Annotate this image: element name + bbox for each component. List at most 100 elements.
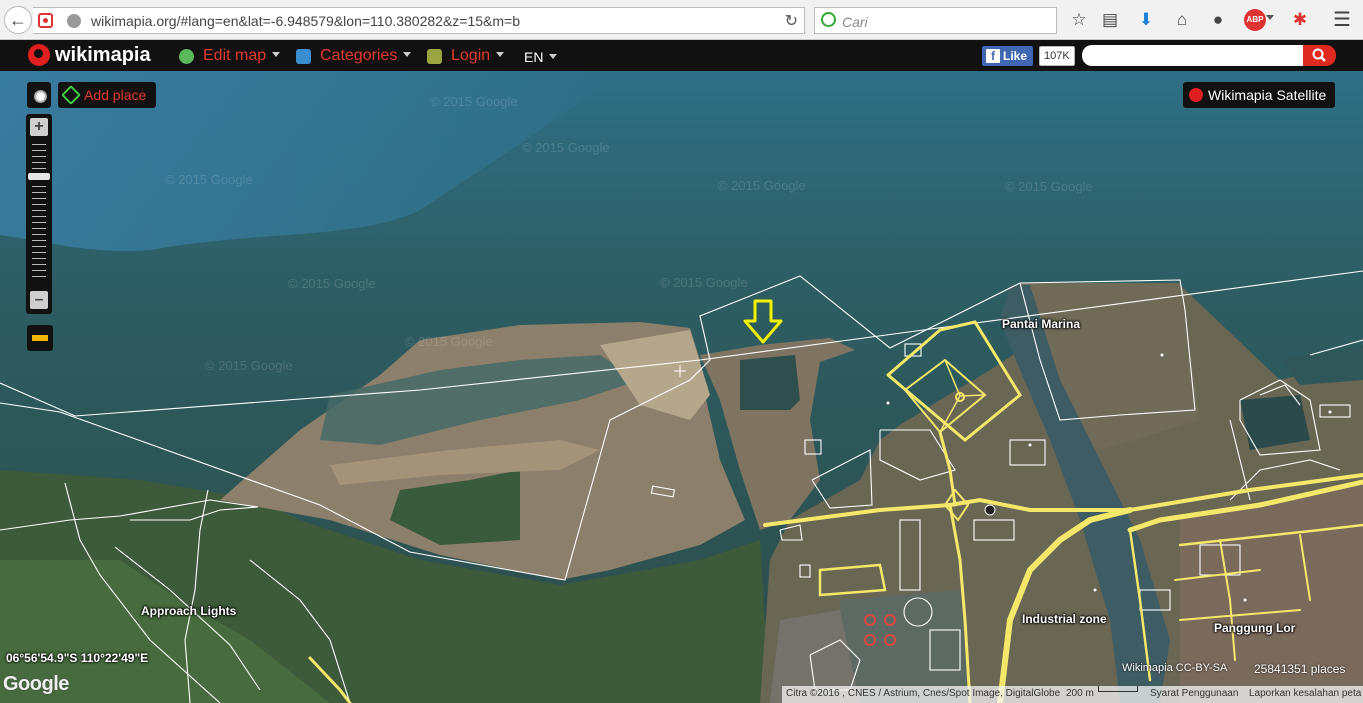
categories-menu[interactable]: Categories bbox=[320, 47, 412, 65]
places-count: 25841351 places bbox=[1254, 662, 1346, 676]
svg-text:© 2015 Google: © 2015 Google bbox=[522, 140, 610, 155]
search-icon bbox=[1312, 48, 1326, 62]
zoom-control: + – bbox=[26, 114, 52, 314]
map-search-button[interactable] bbox=[1303, 45, 1336, 66]
map-label-panggung-lor[interactable]: Panggung Lor bbox=[1214, 621, 1295, 635]
chat-icon[interactable]: ● bbox=[1207, 9, 1229, 31]
map-label-approach-lights[interactable]: Approach Lights bbox=[141, 604, 236, 618]
adblock-icon[interactable]: ABP bbox=[1244, 9, 1266, 31]
ruler-icon[interactable] bbox=[27, 325, 53, 351]
language-label: EN bbox=[524, 49, 544, 65]
bookmark-star-icon[interactable]: ☆ bbox=[1068, 9, 1090, 31]
address-bar[interactable]: wikimapia.org/#lang=en&lat=-6.948579&lon… bbox=[33, 7, 805, 34]
home-icon[interactable]: ⌂ bbox=[1171, 9, 1193, 31]
reading-list-icon[interactable]: ▤ bbox=[1099, 9, 1121, 31]
svg-text:© 2015 Google: © 2015 Google bbox=[405, 334, 493, 349]
map-layer-button[interactable]: Wikimapia Satellite bbox=[1183, 82, 1335, 108]
search-engine-icon[interactable] bbox=[821, 12, 836, 27]
addon-icon[interactable]: ✱ bbox=[1289, 9, 1311, 31]
zoom-tick[interactable] bbox=[32, 240, 46, 241]
add-place-button[interactable]: Add place bbox=[58, 82, 156, 108]
imagery-attribution: Citra ©2016 , CNES / Astrium, Cnes/Spot … bbox=[786, 688, 1061, 699]
wikimapia-logo-icon bbox=[1189, 88, 1203, 102]
map-label-industrial-zone[interactable]: Industrial zone bbox=[1022, 612, 1107, 626]
zoom-tick[interactable] bbox=[32, 234, 46, 235]
site-favicon-icon bbox=[38, 13, 53, 28]
login-icon bbox=[427, 49, 442, 64]
zoom-tick[interactable] bbox=[32, 168, 46, 169]
scale-label: 200 m bbox=[1066, 688, 1094, 699]
globe-icon bbox=[67, 14, 81, 28]
my-location-button[interactable] bbox=[27, 82, 51, 108]
map-search-input[interactable] bbox=[1082, 45, 1303, 66]
map-label-pantai-marina[interactable]: Pantai Marina bbox=[1002, 317, 1080, 331]
license-text[interactable]: Wikimapia CC-BY-SA bbox=[1122, 662, 1227, 674]
google-logo[interactable]: Google bbox=[3, 673, 69, 696]
map-layer-label: Wikimapia Satellite bbox=[1208, 87, 1327, 103]
chevron-down-icon bbox=[549, 54, 558, 59]
edit-map-menu[interactable]: Edit map bbox=[203, 47, 281, 65]
url-text[interactable]: wikimapia.org/#lang=en&lat=-6.948579&lon… bbox=[91, 13, 520, 29]
scale-bar bbox=[1098, 686, 1138, 692]
terms-link[interactable]: Syarat Penggunaan bbox=[1150, 686, 1238, 702]
zoom-tick[interactable] bbox=[32, 144, 46, 145]
zoom-tick[interactable] bbox=[32, 186, 46, 187]
zoom-tick[interactable] bbox=[32, 150, 46, 151]
island-pond bbox=[740, 355, 800, 410]
zoom-tick[interactable] bbox=[32, 216, 46, 217]
zoom-tick[interactable] bbox=[32, 156, 46, 157]
zoom-tick[interactable] bbox=[32, 270, 46, 271]
wikimapia-logo-icon[interactable] bbox=[28, 44, 50, 66]
svg-text:© 2015 Google: © 2015 Google bbox=[1005, 179, 1093, 194]
menu-icon[interactable]: ☰ bbox=[1331, 9, 1353, 31]
back-icon[interactable]: ← bbox=[4, 6, 32, 34]
facebook-like-label: Like bbox=[1003, 49, 1028, 63]
edit-map-label: Edit map bbox=[203, 47, 267, 64]
zoom-tick[interactable] bbox=[32, 204, 46, 205]
svg-text:© 2015 Google: © 2015 Google bbox=[288, 276, 376, 291]
zoom-in-button[interactable]: + bbox=[30, 118, 48, 136]
zoom-tick[interactable] bbox=[32, 228, 46, 229]
svg-text:© 2015 Google: © 2015 Google bbox=[718, 178, 806, 193]
zoom-tick[interactable] bbox=[32, 162, 46, 163]
zoom-tick[interactable] bbox=[32, 258, 46, 259]
categories-label: Categories bbox=[320, 47, 398, 64]
login-menu[interactable]: Login bbox=[451, 47, 505, 65]
download-icon[interactable]: ⬇ bbox=[1135, 9, 1157, 31]
add-place-label: Add place bbox=[84, 87, 147, 103]
globe-edit-icon bbox=[179, 49, 194, 64]
east-pond bbox=[1240, 395, 1310, 450]
browser-toolbar: ← wikimapia.org/#lang=en&lat=-6.948579&l… bbox=[0, 0, 1363, 40]
zoom-tick[interactable] bbox=[32, 192, 46, 193]
browser-search-input[interactable]: Cari bbox=[814, 7, 1057, 34]
zoom-tick[interactable] bbox=[32, 198, 46, 199]
wikimapia-logo[interactable]: wikimapia bbox=[55, 44, 151, 67]
chevron-down-icon bbox=[272, 52, 281, 57]
search-placeholder: Cari bbox=[842, 14, 868, 30]
reload-icon[interactable]: ↻ bbox=[785, 11, 798, 31]
zoom-out-button[interactable]: – bbox=[30, 291, 48, 309]
adblock-dropdown-icon[interactable] bbox=[1266, 15, 1274, 20]
login-label: Login bbox=[451, 47, 491, 64]
zoom-slider-thumb[interactable] bbox=[28, 173, 50, 180]
satellite-map[interactable]: © 2015 Google © 2015 Google © 2015 Googl… bbox=[0, 71, 1363, 703]
map-attribution-bar: Citra ©2016 , CNES / Astrium, Cnes/Spot … bbox=[782, 686, 1363, 703]
svg-text:© 2015 Google: © 2015 Google bbox=[205, 358, 293, 373]
categories-icon bbox=[296, 49, 311, 64]
report-error-link[interactable]: Laporkan kesalahan peta bbox=[1249, 686, 1361, 702]
zoom-tick[interactable] bbox=[32, 210, 46, 211]
cursor-coordinates: 06°56'54.9"S 110°22'49"E bbox=[6, 651, 149, 665]
zoom-tick[interactable] bbox=[32, 252, 46, 253]
zoom-tick[interactable] bbox=[32, 276, 46, 277]
zoom-tick[interactable] bbox=[32, 222, 46, 223]
facebook-like-button[interactable]: f Like bbox=[982, 46, 1033, 66]
svg-text:© 2015 Google: © 2015 Google bbox=[660, 275, 748, 290]
facebook-like-count: 107K bbox=[1039, 46, 1075, 66]
zoom-tick[interactable] bbox=[32, 264, 46, 265]
chevron-down-icon bbox=[496, 52, 505, 57]
chevron-down-icon bbox=[403, 52, 412, 57]
zoom-tick[interactable] bbox=[32, 246, 46, 247]
language-menu[interactable]: EN bbox=[524, 49, 558, 65]
add-place-icon bbox=[61, 85, 81, 105]
facebook-icon: f bbox=[986, 49, 1000, 63]
